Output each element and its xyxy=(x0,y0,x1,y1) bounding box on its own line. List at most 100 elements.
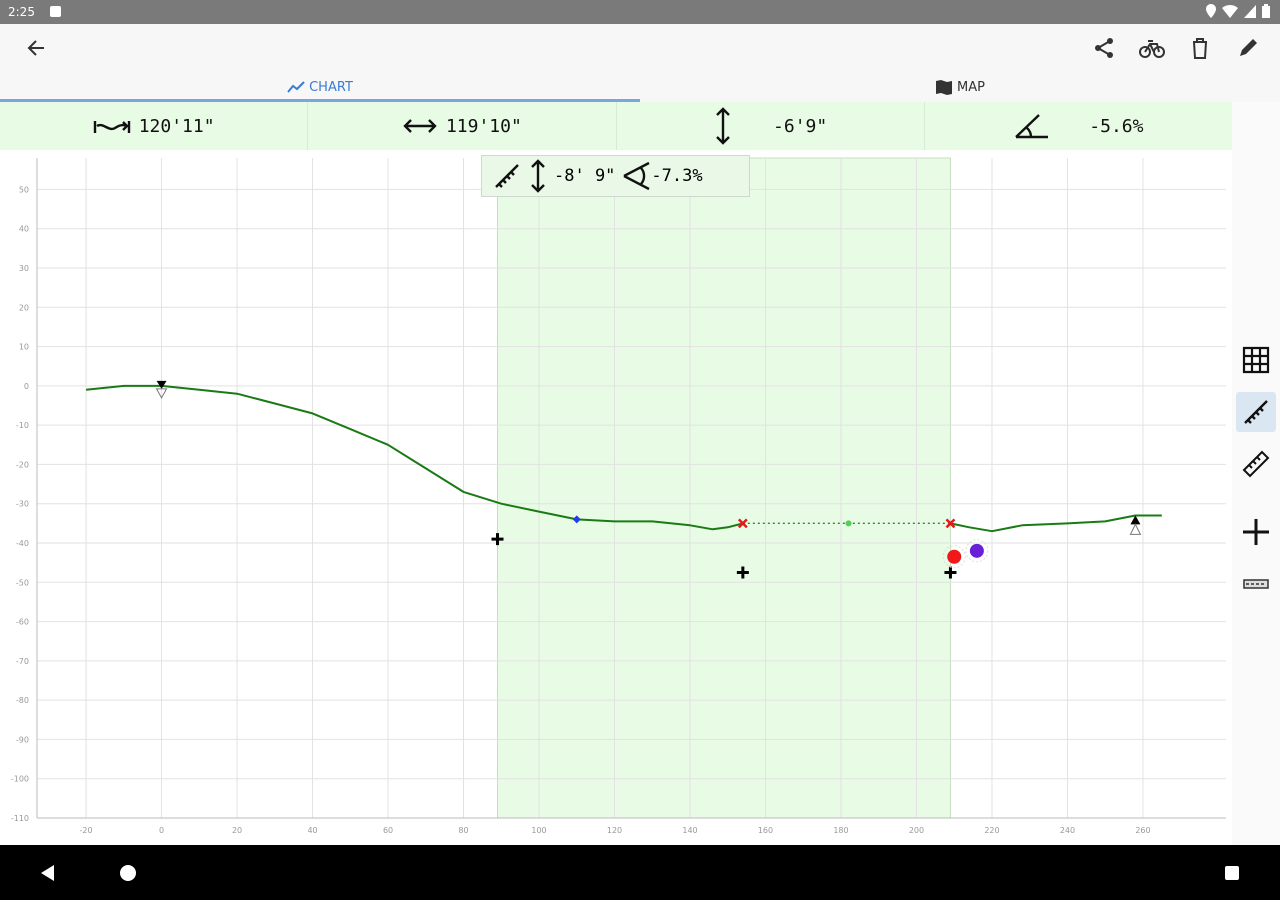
activity-type-button[interactable] xyxy=(1132,28,1172,68)
x-tick-label: 100 xyxy=(531,826,546,835)
y-tick-label: -110 xyxy=(11,814,29,823)
wifi-icon xyxy=(1222,4,1238,18)
y-tick-label: 10 xyxy=(19,343,29,352)
horizontal-distance-icon xyxy=(403,119,437,133)
nav-home-icon xyxy=(120,865,136,881)
nav-recents-icon xyxy=(1225,866,1239,880)
stat-distance-2d: 119'10" xyxy=(308,102,617,150)
x-tick-label: 200 xyxy=(909,826,924,835)
y-tick-label: -30 xyxy=(16,500,29,509)
x-tick-label: 80 xyxy=(458,826,468,835)
signal-icon xyxy=(1244,4,1256,18)
x-tick-label: 260 xyxy=(1135,826,1150,835)
x-tick-label: 0 xyxy=(159,826,164,835)
arrow-back-icon xyxy=(27,40,44,56)
x-tick-label: 180 xyxy=(833,826,848,835)
x-tick-label: 20 xyxy=(232,826,242,835)
stat-grade: -5.6% xyxy=(925,102,1232,150)
delete-button[interactable] xyxy=(1180,28,1220,68)
vertical-distance-icon xyxy=(531,159,545,193)
x-tick-label: 120 xyxy=(607,826,622,835)
stat-distance-3d: 120'11" xyxy=(0,102,309,150)
measure-icon xyxy=(1244,400,1268,424)
pencil-icon xyxy=(1240,39,1257,56)
y-tick-label: 0 xyxy=(24,382,29,391)
share-button[interactable] xyxy=(1084,28,1124,68)
y-tick-label: -100 xyxy=(11,775,29,784)
side-toolbar xyxy=(1232,102,1280,845)
grade-value: -5.6% xyxy=(1089,115,1144,137)
nav-recents-button[interactable] xyxy=(1219,860,1245,886)
tab-bar: CHART MAP xyxy=(0,72,1280,102)
y-tick-label: -90 xyxy=(16,735,29,744)
x-tick-label: 60 xyxy=(383,826,393,835)
grid-icon xyxy=(1242,346,1270,374)
ruler-button[interactable] xyxy=(1236,444,1276,484)
tab-chart[interactable]: CHART xyxy=(0,72,640,102)
selection-summary: -8' 9" -7.3% xyxy=(481,155,750,197)
status-icons xyxy=(1206,4,1270,18)
trend-icon xyxy=(287,81,305,93)
status-time: 2:25 xyxy=(8,5,35,19)
nav-back-button[interactable] xyxy=(35,860,61,886)
back-button[interactable] xyxy=(16,28,56,68)
y-tick-label: -40 xyxy=(16,539,29,548)
y-tick-label: 50 xyxy=(19,185,29,194)
trash-icon xyxy=(1193,38,1207,59)
selection-area xyxy=(497,157,951,819)
legend-button[interactable] xyxy=(1236,564,1276,604)
plus-icon xyxy=(1243,519,1269,545)
tab-chart-label: CHART xyxy=(309,79,353,95)
x-tick-label: 220 xyxy=(984,826,999,835)
y-tick-label: -20 xyxy=(16,460,29,469)
bicycle-icon xyxy=(1139,40,1165,58)
x-tick-label: 160 xyxy=(758,826,773,835)
distance-2d-value: 119'10" xyxy=(445,115,522,137)
selection-elevation-value: -8' 9" xyxy=(554,166,616,186)
marker-triangle-down xyxy=(156,380,167,389)
tab-map-label: MAP xyxy=(957,79,985,95)
angle-icon xyxy=(1015,114,1049,139)
legend-icon xyxy=(1243,579,1269,589)
x-tick-label: 140 xyxy=(682,826,697,835)
nav-home-button[interactable] xyxy=(115,860,141,886)
stat-elevation-change: -6'9" xyxy=(617,102,925,150)
stats-row: 120'11" 119'10" -6'9" -5.6% xyxy=(0,102,1232,150)
system-nav-bar xyxy=(0,845,1280,900)
y-tick-label: -80 xyxy=(16,696,29,705)
measure-icon xyxy=(495,164,519,188)
x-tick-label: 40 xyxy=(307,826,317,835)
nav-back-icon xyxy=(41,865,54,881)
y-tick-label: 20 xyxy=(19,303,29,312)
y-tick-label: -10 xyxy=(16,421,29,430)
vertical-distance-icon xyxy=(716,107,730,145)
map-icon xyxy=(936,80,953,95)
ruler-icon xyxy=(1242,450,1270,478)
battery-icon xyxy=(1262,4,1270,18)
add-point-button[interactable] xyxy=(1236,512,1276,552)
y-tick-label: 40 xyxy=(19,225,29,234)
share-icon xyxy=(1095,38,1113,58)
marker-big-dot xyxy=(947,549,962,564)
elevation-change-value: -6'9" xyxy=(773,115,828,137)
selection-grade-value: -7.3% xyxy=(651,166,703,186)
y-tick-label: -50 xyxy=(16,578,29,587)
marker-triangle-up-outline xyxy=(1129,523,1142,535)
elevation-chart[interactable]: -20 0 20 40 60 80 100 120 140 160 180 200 220 240 260 5… xyxy=(0,150,1232,845)
app-bar xyxy=(0,24,1280,72)
elevation-line-1 xyxy=(950,514,1162,533)
tab-map[interactable]: MAP xyxy=(640,72,1280,102)
x-tick-label: 240 xyxy=(1060,826,1075,835)
measure-tool-button[interactable] xyxy=(1236,392,1276,432)
edit-button[interactable] xyxy=(1228,28,1268,68)
y-tick-label: -60 xyxy=(16,618,29,627)
marker-big-dot xyxy=(969,543,984,558)
distance-3d-value: 120'11" xyxy=(138,115,215,137)
location-icon xyxy=(1206,4,1216,18)
chart-svg: -20 0 20 40 60 80 100 120 140 160 180 200 220 240 2605… xyxy=(11,157,1226,835)
grid-toggle-button[interactable] xyxy=(1236,340,1276,380)
notification-icon xyxy=(50,6,61,17)
status-bar: 2:25 xyxy=(0,0,1280,24)
x-tick-label: -20 xyxy=(80,826,93,835)
slope-distance-icon xyxy=(93,121,130,133)
